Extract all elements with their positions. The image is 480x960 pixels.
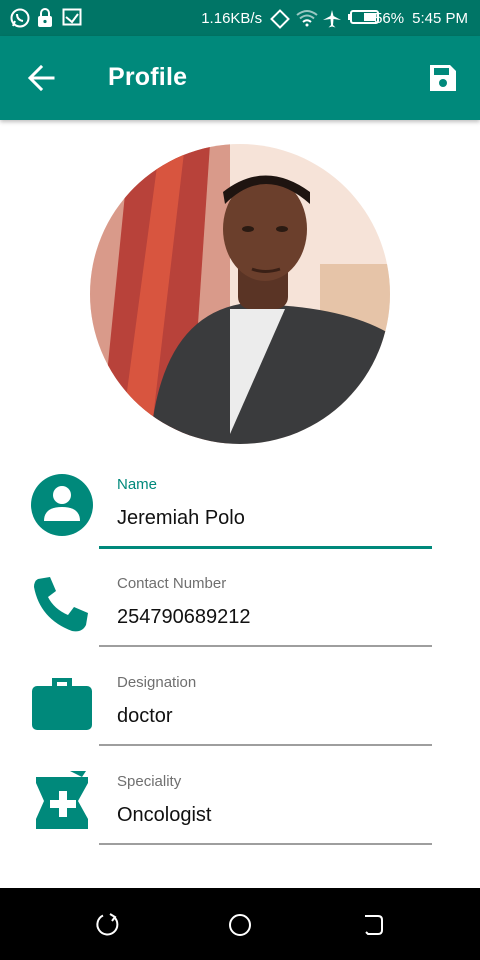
designation-label: Designation: [117, 674, 197, 691]
back-nav-button[interactable]: [360, 912, 386, 938]
phone-icon: [34, 577, 88, 632]
airplane-mode-icon: [322, 9, 342, 28]
contact-row: Contact Number 254790689212: [0, 563, 480, 662]
page-title: Profile: [108, 63, 188, 91]
recents-button[interactable]: [94, 912, 120, 938]
speciality-input[interactable]: Oncologist: [117, 804, 212, 827]
name-label: Name: [117, 476, 158, 493]
home-circle-icon: [229, 914, 251, 936]
speciality-field[interactable]: Speciality Oncologist: [99, 761, 432, 845]
contact-number-input[interactable]: 254790689212: [117, 606, 250, 629]
home-button[interactable]: [227, 912, 253, 938]
speciality-row: Speciality Oncologist: [0, 761, 480, 860]
save-button[interactable]: [428, 63, 458, 93]
arrow-back-icon: [27, 64, 55, 92]
recents-icon: [96, 913, 119, 936]
back-button[interactable]: [26, 63, 56, 93]
speciality-label: Speciality: [117, 773, 182, 790]
whatsapp-icon: [10, 8, 30, 28]
network-speed: 1.16KB/s: [201, 9, 263, 27]
app-bar: Profile: [0, 36, 480, 120]
save-icon: [430, 65, 456, 91]
battery-icon: [348, 9, 380, 27]
rotate-icon: [270, 9, 290, 29]
wifi-icon: [296, 9, 318, 27]
designation-field[interactable]: Designation doctor: [99, 662, 432, 746]
name-input[interactable]: Jeremiah Polo: [117, 507, 245, 530]
battery-percent: 56%: [374, 9, 405, 27]
designation-input[interactable]: doctor: [117, 705, 173, 728]
cast-icon: [62, 8, 82, 26]
medical-bottle-icon: [36, 771, 88, 829]
back-nav-icon: [365, 915, 383, 935]
person-icon: [31, 474, 93, 536]
name-row: Name Jeremiah Polo: [0, 464, 480, 563]
status-bar: 1.16KB/s 56% 5:45 PM: [0, 0, 480, 36]
contact-number-field[interactable]: Contact Number 254790689212: [99, 563, 432, 647]
name-field[interactable]: Name Jeremiah Polo: [99, 464, 432, 549]
lock-icon: [36, 8, 54, 27]
contact-number-label: Contact Number: [117, 575, 227, 592]
clock: 5:45 PM: [412, 9, 468, 27]
profile-photo[interactable]: [90, 144, 390, 444]
designation-row: Designation doctor: [0, 662, 480, 761]
system-nav-bar: [0, 888, 480, 960]
briefcase-icon: [32, 678, 92, 730]
